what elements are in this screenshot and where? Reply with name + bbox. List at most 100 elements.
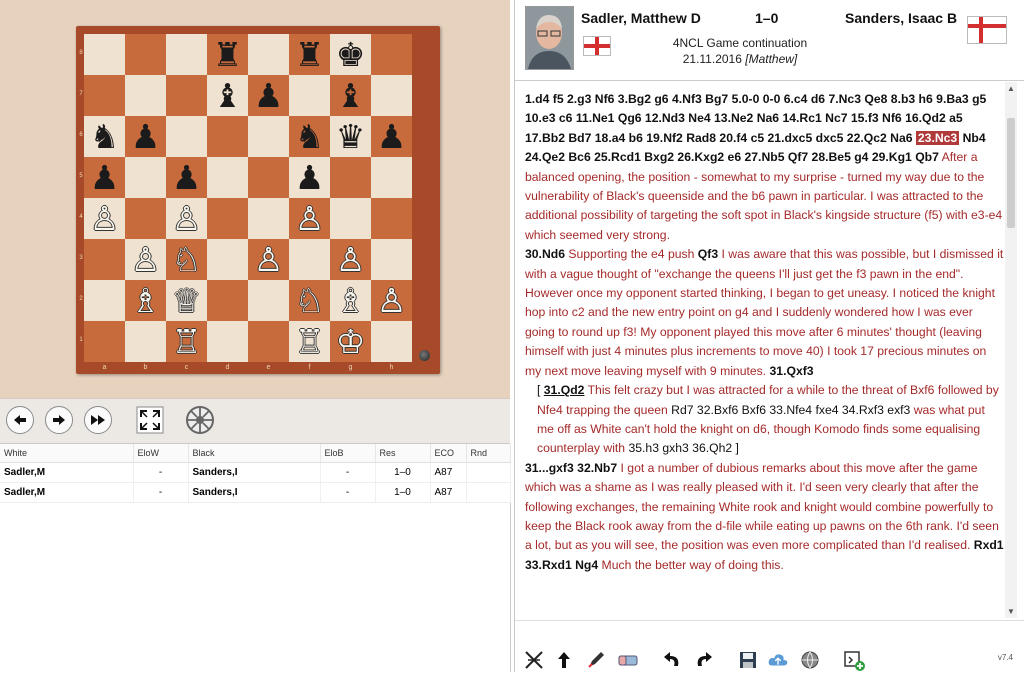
chess-board[interactable]: ♜ ♜ ♚ ♝ ♟ ♝ ♞ ♟ ♞ ♛ ♟ ♟ ♟ ♟ ♙ ♙ ♙ ♙ ♘ ♙ ♙ ♗ ♕ ♘ ♗ ♙ ♖ ♖ ♔ [84, 34, 412, 362]
square-a5[interactable]: ♟ [84, 157, 125, 198]
white-pawn-icon[interactable]: ♙ [131, 239, 161, 280]
black-pawn-icon[interactable]: ♟ [172, 157, 202, 198]
square-b8[interactable] [125, 34, 166, 75]
white-pawn-icon[interactable]: ♙ [377, 280, 407, 321]
column-header[interactable]: Rnd [466, 444, 511, 463]
globe-icon[interactable] [799, 649, 821, 671]
square-b1[interactable] [125, 321, 166, 362]
black-pawn-icon[interactable]: ♟ [90, 157, 120, 198]
square-a3[interactable] [84, 239, 125, 280]
black-king-icon[interactable]: ♚ [336, 34, 366, 75]
black-rook-icon[interactable]: ♜ [295, 34, 325, 75]
square-b2[interactable]: ♗ [125, 280, 166, 321]
square-d6[interactable] [207, 116, 248, 157]
square-f2[interactable]: ♘ [289, 280, 330, 321]
variation-move[interactable]: 31.Qd2 [544, 383, 585, 397]
square-f6[interactable]: ♞ [289, 116, 330, 157]
save-icon[interactable] [737, 649, 759, 671]
square-a4[interactable]: ♙ [84, 198, 125, 239]
square-c3[interactable]: ♘ [166, 239, 207, 280]
square-c4[interactable]: ♙ [166, 198, 207, 239]
square-h1[interactable] [371, 321, 412, 362]
notation-scrollbar[interactable]: ▲ ▼ [1005, 82, 1017, 618]
square-c5[interactable]: ♟ [166, 157, 207, 198]
square-g3[interactable]: ♙ [330, 239, 371, 280]
square-d1[interactable] [207, 321, 248, 362]
column-header[interactable]: White [0, 444, 134, 463]
square-f4[interactable]: ♙ [289, 198, 330, 239]
square-h2[interactable]: ♙ [371, 280, 412, 321]
square-e4[interactable] [248, 198, 289, 239]
white-pawn-icon[interactable]: ♙ [254, 239, 284, 280]
square-h7[interactable] [371, 75, 412, 116]
square-c7[interactable] [166, 75, 207, 116]
white-bishop-icon[interactable]: ♗ [131, 280, 161, 321]
white-rook-icon[interactable]: ♖ [172, 321, 202, 362]
black-pawn-icon[interactable]: ♟ [295, 157, 325, 198]
square-h3[interactable] [371, 239, 412, 280]
white-rook-icon[interactable]: ♖ [295, 321, 325, 362]
column-header[interactable]: Black [188, 444, 321, 463]
square-d5[interactable] [207, 157, 248, 198]
square-g5[interactable] [330, 157, 371, 198]
notation-text[interactable]: 1.d4 f5 2.g3 Nf6 3.Bg2 g6 4.Nf3 Bg7 5.0-… [525, 90, 1005, 620]
upload-cloud-icon[interactable] [767, 649, 789, 671]
new-game-icon[interactable] [843, 649, 865, 671]
variation-moves[interactable]: 35.h3 gxh3 36.Qh2 [628, 441, 732, 455]
undo-icon[interactable] [661, 649, 683, 671]
redo-icon[interactable] [693, 649, 715, 671]
black-pawn-icon[interactable]: ♟ [131, 116, 161, 157]
white-knight-icon[interactable]: ♘ [295, 280, 325, 321]
white-knight-icon[interactable]: ♘ [172, 239, 202, 280]
delete-variation-icon[interactable] [523, 649, 545, 671]
square-c1[interactable]: ♖ [166, 321, 207, 362]
square-h4[interactable] [371, 198, 412, 239]
square-a2[interactable] [84, 280, 125, 321]
square-b4[interactable] [125, 198, 166, 239]
square-a1[interactable] [84, 321, 125, 362]
engine-wheel-icon[interactable] [184, 404, 216, 436]
fullscreen-icon[interactable] [134, 404, 166, 436]
square-g8[interactable]: ♚ [330, 34, 371, 75]
column-header[interactable]: Res [375, 444, 431, 463]
black-pawn-icon[interactable]: ♟ [377, 116, 407, 157]
move[interactable]: 31...gxf3 32.Nb7 [525, 461, 617, 475]
move[interactable]: Qf3 [698, 247, 718, 261]
column-header[interactable]: ECO [430, 444, 467, 463]
square-e3[interactable]: ♙ [248, 239, 289, 280]
square-b5[interactable] [125, 157, 166, 198]
square-c6[interactable] [166, 116, 207, 157]
table-row[interactable]: Sadler,M - Sanders,I -1–0 A87 [0, 462, 511, 483]
square-e2[interactable] [248, 280, 289, 321]
move[interactable]: 31.Qxf3 [770, 364, 814, 378]
square-b3[interactable]: ♙ [125, 239, 166, 280]
table-row[interactable]: Sadler,M - Sanders,I -1–0 A87 [0, 482, 511, 503]
square-h6[interactable]: ♟ [371, 116, 412, 157]
fast-forward-icon[interactable] [84, 406, 112, 434]
scroll-down-icon[interactable]: ▼ [1006, 607, 1016, 616]
square-g1[interactable]: ♔ [330, 321, 371, 362]
scroll-thumb[interactable] [1007, 118, 1015, 228]
white-queen-icon[interactable]: ♕ [172, 280, 202, 321]
square-a6[interactable]: ♞ [84, 116, 125, 157]
square-a7[interactable] [84, 75, 125, 116]
square-b7[interactable] [125, 75, 166, 116]
square-h5[interactable] [371, 157, 412, 198]
square-c8[interactable] [166, 34, 207, 75]
white-pawn-icon[interactable]: ♙ [295, 198, 325, 239]
square-d2[interactable] [207, 280, 248, 321]
column-header[interactable]: EloB [320, 444, 376, 463]
square-g4[interactable] [330, 198, 371, 239]
black-queen-icon[interactable]: ♛ [336, 116, 366, 157]
black-bishop-icon[interactable]: ♝ [336, 75, 366, 116]
eraser-icon[interactable] [617, 649, 639, 671]
square-e1[interactable] [248, 321, 289, 362]
promote-variation-icon[interactable] [553, 649, 575, 671]
column-header[interactable]: EloW [133, 444, 189, 463]
white-bishop-icon[interactable]: ♗ [336, 280, 366, 321]
square-h8[interactable] [371, 34, 412, 75]
square-e5[interactable] [248, 157, 289, 198]
square-d3[interactable] [207, 239, 248, 280]
square-f5[interactable]: ♟ [289, 157, 330, 198]
black-pawn-icon[interactable]: ♟ [254, 75, 284, 116]
